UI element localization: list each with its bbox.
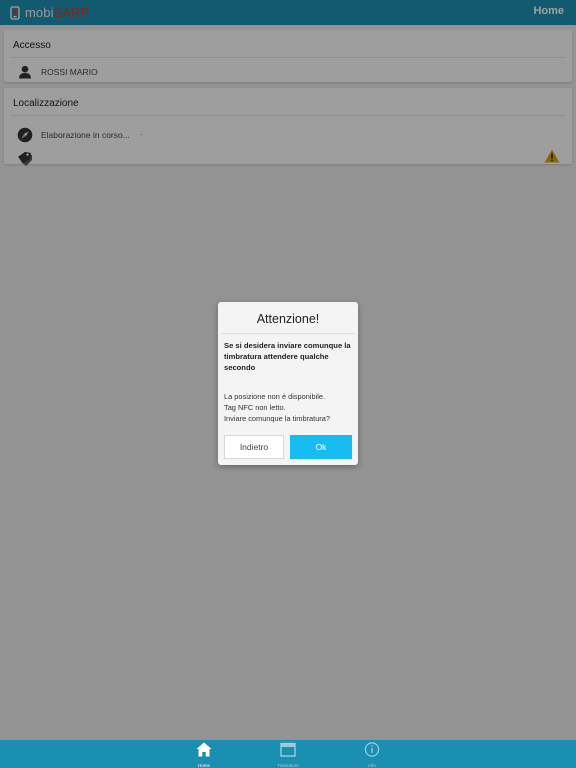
alert-dialog: Attenzione! Se si desidera inviare comun… xyxy=(218,302,358,465)
tab-info[interactable]: Info xyxy=(357,742,387,768)
info-icon xyxy=(357,742,387,762)
calendar-icon xyxy=(273,742,303,762)
dialog-buttons: Indietro Ok xyxy=(224,435,352,459)
dialog-title: Attenzione! xyxy=(256,312,320,326)
ok-button[interactable]: Ok xyxy=(290,435,352,459)
bottom-tab-bar: Home Timbrature Info xyxy=(0,740,576,768)
tab-home[interactable]: Home xyxy=(189,742,219,768)
home-icon xyxy=(189,742,219,762)
dialog-message: La posizione non è disponibile. Tag NFC … xyxy=(218,373,358,424)
tab-timbrature[interactable]: Timbrature xyxy=(273,742,303,768)
dialog-bold-message: Se si desidera inviare comunque la timbr… xyxy=(224,341,351,372)
tab-home-label: Home xyxy=(197,763,210,768)
back-button[interactable]: Indietro xyxy=(224,435,284,459)
dialog-line-nfc: Tag NFC non letto. xyxy=(224,403,286,412)
dialog-line-question: Inviare comunque la timbratura? xyxy=(224,414,330,423)
tab-timbrature-label: Timbrature xyxy=(277,763,299,768)
tab-info-label: Info xyxy=(368,763,376,768)
dialog-line-position: La posizione non è disponibile. xyxy=(224,392,326,401)
